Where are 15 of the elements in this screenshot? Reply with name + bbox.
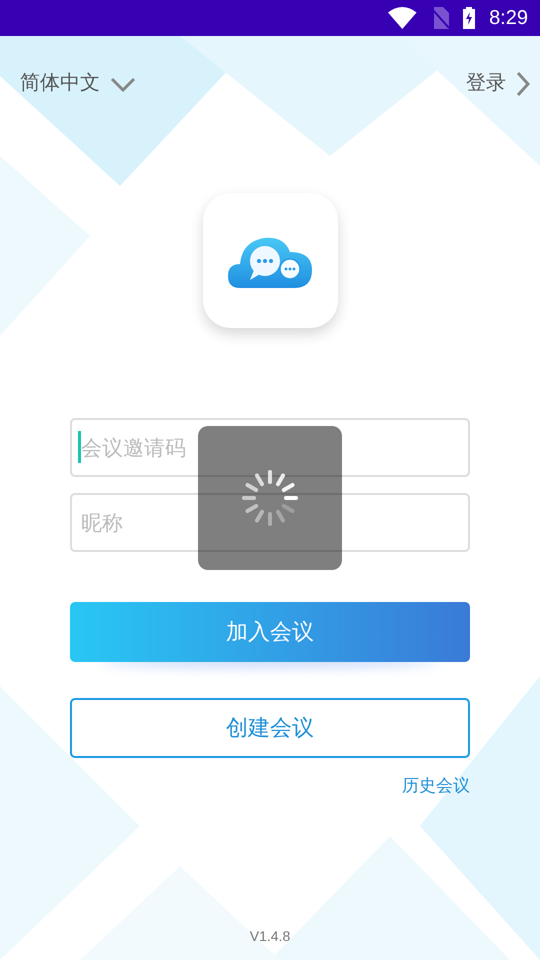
no-sim-icon xyxy=(431,7,450,29)
language-selector[interactable]: 简体中文 xyxy=(20,68,136,96)
version-label: V1.4.8 xyxy=(250,928,290,944)
wifi-icon xyxy=(388,7,418,29)
login-link[interactable]: 登录 xyxy=(466,67,530,97)
join-button[interactable]: 加入会议 xyxy=(70,602,470,662)
spinner-icon xyxy=(240,468,300,528)
input-field[interactable]: 昵称 xyxy=(70,493,470,552)
history-link[interactable]: 历史会议 xyxy=(402,774,470,797)
chevron-right-icon xyxy=(516,71,530,97)
status-time: 8:29 xyxy=(489,6,528,30)
chevron-down-icon xyxy=(110,77,136,93)
create-button[interactable]: 创建会议 xyxy=(70,698,470,758)
input-field[interactable]: 会议邀请码 xyxy=(70,418,470,477)
battery-icon xyxy=(463,7,476,29)
